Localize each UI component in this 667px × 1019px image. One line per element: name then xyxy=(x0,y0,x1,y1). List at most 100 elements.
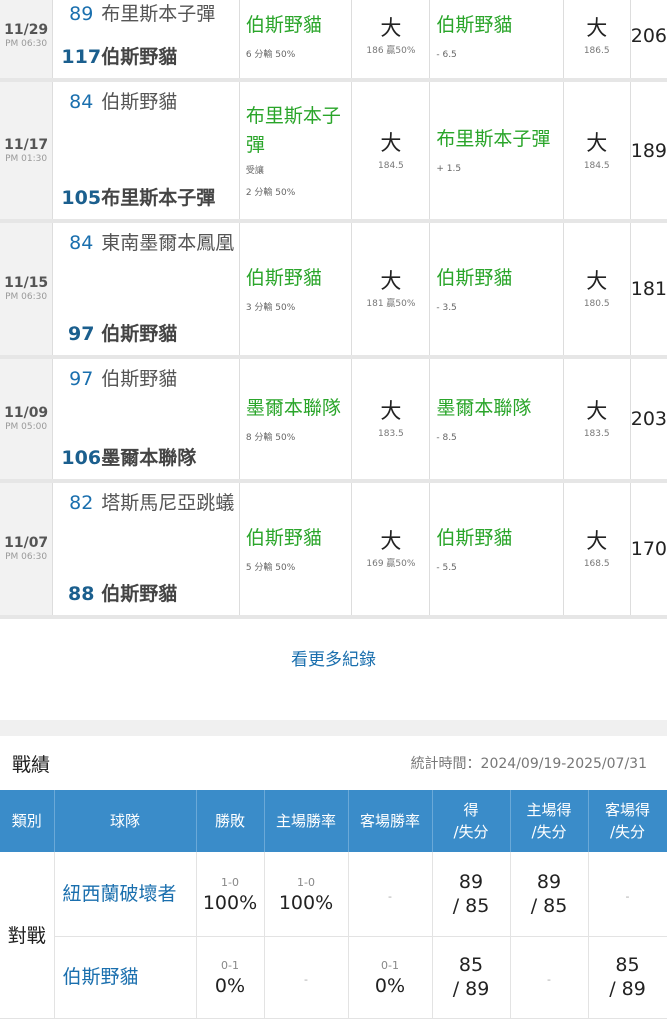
stats-cell: - xyxy=(510,936,589,1019)
spread-result: 5 分輸 50% xyxy=(245,562,296,573)
game-row: 11/29 PM 06:30 89 布里斯本子彈 117 伯斯野貓 伯斯野貓 6 分… xyxy=(0,0,667,82)
home-team: 墨爾本聯隊 xyxy=(101,447,197,469)
stats-row: 對戰 紐西蘭破壞者 1-0 100% 1-0 100% -89/ 85 89/ 85- xyxy=(0,852,667,1019)
game-date: 11/17 PM 01:30 xyxy=(0,82,54,219)
section-divider xyxy=(0,720,667,736)
spread-result: 8 分輸 50% xyxy=(245,432,296,443)
stats-team-link[interactable]: 伯斯野貓 xyxy=(54,936,197,1019)
over-under2-cell: 大 183.5 xyxy=(563,359,631,479)
stats-period: 統計時間：2024/09/19-2025/07/31 xyxy=(410,756,647,772)
over-under2-line: 184.5 xyxy=(583,160,610,171)
away-score: 89 xyxy=(69,3,94,25)
spread2-line: - 6.5 xyxy=(436,49,457,60)
stats-cell: 89/ 85 xyxy=(510,852,589,937)
stats-col-header: 主場得/失分 xyxy=(510,790,589,852)
stats-team-link[interactable]: 紐西蘭破壞者 xyxy=(54,852,197,937)
stats-cell: - xyxy=(588,852,667,937)
spread-result: 6 分輸 50% xyxy=(245,49,296,60)
spread-pick: 伯斯野貓 xyxy=(245,266,322,289)
game-time: PM 01:30 xyxy=(5,153,48,164)
spread2-line: - 5.5 xyxy=(436,562,457,573)
game-row: 11/09 PM 05:00 97 伯斯野貓 106 墨爾本聯隊 墨爾本聯隊 8 分… xyxy=(0,359,667,483)
spread-pick-cell: 伯斯野貓 6 分輸 50% xyxy=(239,0,353,78)
spread-result: 2 分輸 50% xyxy=(245,187,296,198)
spread-pick-cell: 布里斯本子彈 受讓 2 分輸 50% xyxy=(239,82,353,219)
away-score: 82 xyxy=(69,492,94,514)
game-date-day: 11/09 xyxy=(4,405,49,421)
over-under2-line: 186.5 xyxy=(583,46,610,56)
home-team: 布里斯本子彈 xyxy=(101,187,216,209)
game-log: 11/29 PM 06:30 89 布里斯本子彈 117 伯斯野貓 伯斯野貓 6 分… xyxy=(0,0,667,619)
spread2-pick-cell: 布里斯本子彈 + 1.5 xyxy=(430,82,564,219)
stats-cell: 1-0 100% xyxy=(264,852,349,937)
game-date: 11/15 PM 06:30 xyxy=(0,223,54,355)
away-score: 97 xyxy=(69,368,94,390)
over-under-pick: 大 xyxy=(380,529,402,553)
over-under2-cell: 大 184.5 xyxy=(563,82,631,219)
spread2-pick-cell: 伯斯野貓 - 5.5 xyxy=(430,483,564,615)
spread-pick-cell: 墨爾本聯隊 8 分輸 50% xyxy=(239,359,353,479)
over-under2-line: 180.5 xyxy=(583,299,610,309)
spread2-line: + 1.5 xyxy=(436,164,462,174)
over-under-cell: 大 184.5 xyxy=(352,82,431,219)
over-under-line: 181 贏50% xyxy=(366,299,416,309)
stats-col-header: 客場得/失分 xyxy=(588,790,667,852)
over-under-pick: 大 xyxy=(380,399,402,423)
away-team: 伯斯野貓 xyxy=(101,91,178,113)
over-under-cell: 大 186 贏50% xyxy=(352,0,431,78)
stats-col-header: 類別 xyxy=(0,790,55,852)
over-under-pick: 大 xyxy=(380,16,402,40)
game-row: 11/17 PM 01:30 84 伯斯野貓 105 布里斯本子彈 布里斯本子彈 受… xyxy=(0,82,667,223)
game-total: 206 xyxy=(630,0,667,78)
game-total: 203 xyxy=(630,359,667,479)
stats-header: 戰績 統計時間：2024/09/19-2025/07/31 xyxy=(0,736,667,790)
spread2-pick: 布里斯本子彈 xyxy=(436,128,551,150)
see-more-records-link[interactable]: 看更多紀錄 xyxy=(0,645,667,670)
spread-pick: 伯斯野貓 xyxy=(245,526,322,549)
away-score: 84 xyxy=(69,91,94,113)
game-teams: 89 布里斯本子彈 117 伯斯野貓 xyxy=(53,0,240,78)
over-under2-pick: 大 xyxy=(586,399,608,423)
spread-pick-cell: 伯斯野貓 3 分輸 50% xyxy=(239,223,353,355)
over-under2-pick: 大 xyxy=(586,16,608,40)
spread2-pick: 墨爾本聯隊 xyxy=(436,396,532,419)
game-date-day: 11/15 xyxy=(4,275,49,291)
away-team: 布里斯本子彈 xyxy=(101,3,216,25)
game-time: PM 06:30 xyxy=(5,552,48,562)
over-under2-line: 183.5 xyxy=(583,429,610,439)
stats-col-header: 主場勝率 xyxy=(264,790,349,852)
home-score: 88 xyxy=(68,583,95,605)
spread2-pick: 伯斯野貓 xyxy=(436,266,513,289)
over-under-pick: 大 xyxy=(380,130,402,155)
stats-cell: 0-1 0% xyxy=(196,936,265,1019)
game-date: 11/07 PM 06:30 xyxy=(0,483,54,615)
stats-category: 對戰 xyxy=(0,852,55,1019)
spread-note: 受讓 xyxy=(245,165,264,176)
stats-cell: 89/ 85 xyxy=(432,852,511,937)
over-under2-cell: 大 180.5 xyxy=(563,223,631,355)
stats-cell: 85/ 89 xyxy=(588,936,667,1019)
over-under-line: 183.5 xyxy=(378,429,404,439)
spread-pick: 墨爾本聯隊 xyxy=(245,396,341,419)
game-time: PM 06:30 xyxy=(5,39,48,49)
over-under-line: 169 贏50% xyxy=(366,559,416,569)
game-date-day: 11/29 xyxy=(4,22,49,38)
game-teams: 84 東南墨爾本鳳凰 97 伯斯野貓 xyxy=(53,223,240,355)
game-time: PM 05:00 xyxy=(5,422,48,432)
home-team: 伯斯野貓 xyxy=(101,323,178,345)
over-under2-pick: 大 xyxy=(586,130,608,155)
game-total: 189 xyxy=(630,82,667,219)
home-score: 97 xyxy=(68,323,95,345)
stats-cell: 1-0 100% xyxy=(196,852,265,937)
over-under-cell: 大 183.5 xyxy=(352,359,431,479)
spread2-pick-cell: 墨爾本聯隊 - 8.5 xyxy=(430,359,564,479)
game-total: 181 xyxy=(630,223,667,355)
game-date-day: 11/17 xyxy=(4,136,49,153)
spread2-pick-cell: 伯斯野貓 - 3.5 xyxy=(430,223,564,355)
home-team: 伯斯野貓 xyxy=(101,46,178,68)
game-teams: 82 塔斯馬尼亞跳蟻 88 伯斯野貓 xyxy=(53,483,240,615)
over-under2-line: 168.5 xyxy=(583,559,610,569)
home-score: 105 xyxy=(61,187,102,209)
game-time: PM 06:30 xyxy=(5,292,48,302)
away-team: 東南墨爾本鳳凰 xyxy=(101,232,235,254)
